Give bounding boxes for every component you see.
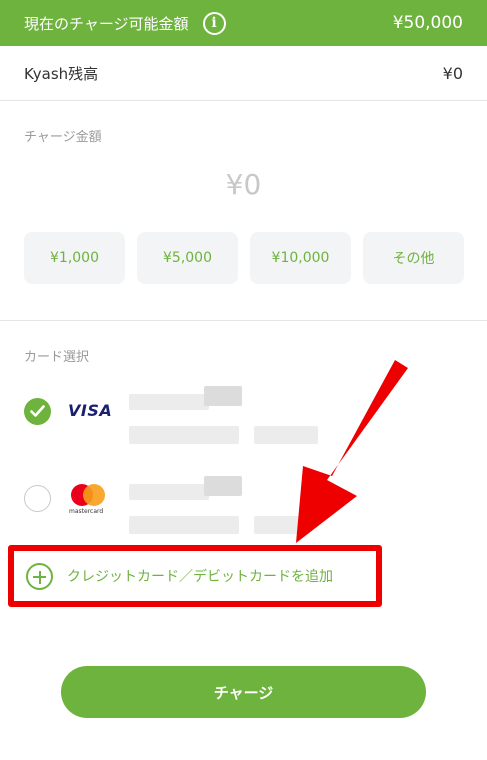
preset-other-button[interactable]: その他 [363, 232, 464, 284]
add-card-button[interactable]: クレジットカード／デビットカードを追加 [8, 545, 382, 607]
info-icon[interactable]: i [202, 11, 226, 35]
charge-button[interactable]: チャージ [61, 666, 426, 718]
visa-logo-icon: VISA [68, 401, 113, 420]
masked-card-number [129, 394, 209, 410]
balance-label: Kyash残高 [24, 64, 99, 83]
plus-circle-icon [26, 562, 53, 590]
mastercard-logo-icon: mastercard [69, 484, 111, 518]
masked-card-number [129, 484, 209, 500]
section-divider [0, 320, 487, 321]
add-card-label: クレジットカード／デビットカードを追加 [67, 569, 333, 585]
radio-unchecked-icon[interactable] [24, 485, 51, 512]
preset-10000-button[interactable]: ¥10,000 [250, 232, 351, 284]
preset-5000-button[interactable]: ¥5,000 [137, 232, 238, 284]
masked-card-holder [129, 426, 239, 444]
annotation-arrow-icon [296, 360, 408, 543]
charge-limit-header: 現在のチャージ可能金額 i ¥50,000 [0, 0, 487, 46]
checkmark-icon[interactable] [24, 398, 51, 425]
masked-card-number [204, 476, 242, 496]
charge-limit-label: 現在のチャージ可能金額 [24, 14, 189, 33]
masked-card-expiry [254, 426, 318, 444]
charge-limit-amount: ¥50,000 [392, 13, 463, 33]
charge-amount-value[interactable]: ¥0 [0, 168, 487, 201]
card-option-visa[interactable]: VISA [24, 386, 464, 446]
card-select-label: カード選択 [24, 350, 90, 365]
masked-card-number [204, 386, 242, 406]
masked-card-holder [129, 516, 239, 534]
charge-amount-label: チャージ金額 [24, 130, 102, 145]
card-option-mastercard[interactable]: mastercard [24, 472, 464, 534]
preset-1000-button[interactable]: ¥1,000 [24, 232, 125, 284]
balance-value: ¥0 [442, 63, 463, 83]
masked-card-expiry [254, 516, 302, 534]
kyash-balance-row: Kyash残高 ¥0 [0, 46, 487, 101]
